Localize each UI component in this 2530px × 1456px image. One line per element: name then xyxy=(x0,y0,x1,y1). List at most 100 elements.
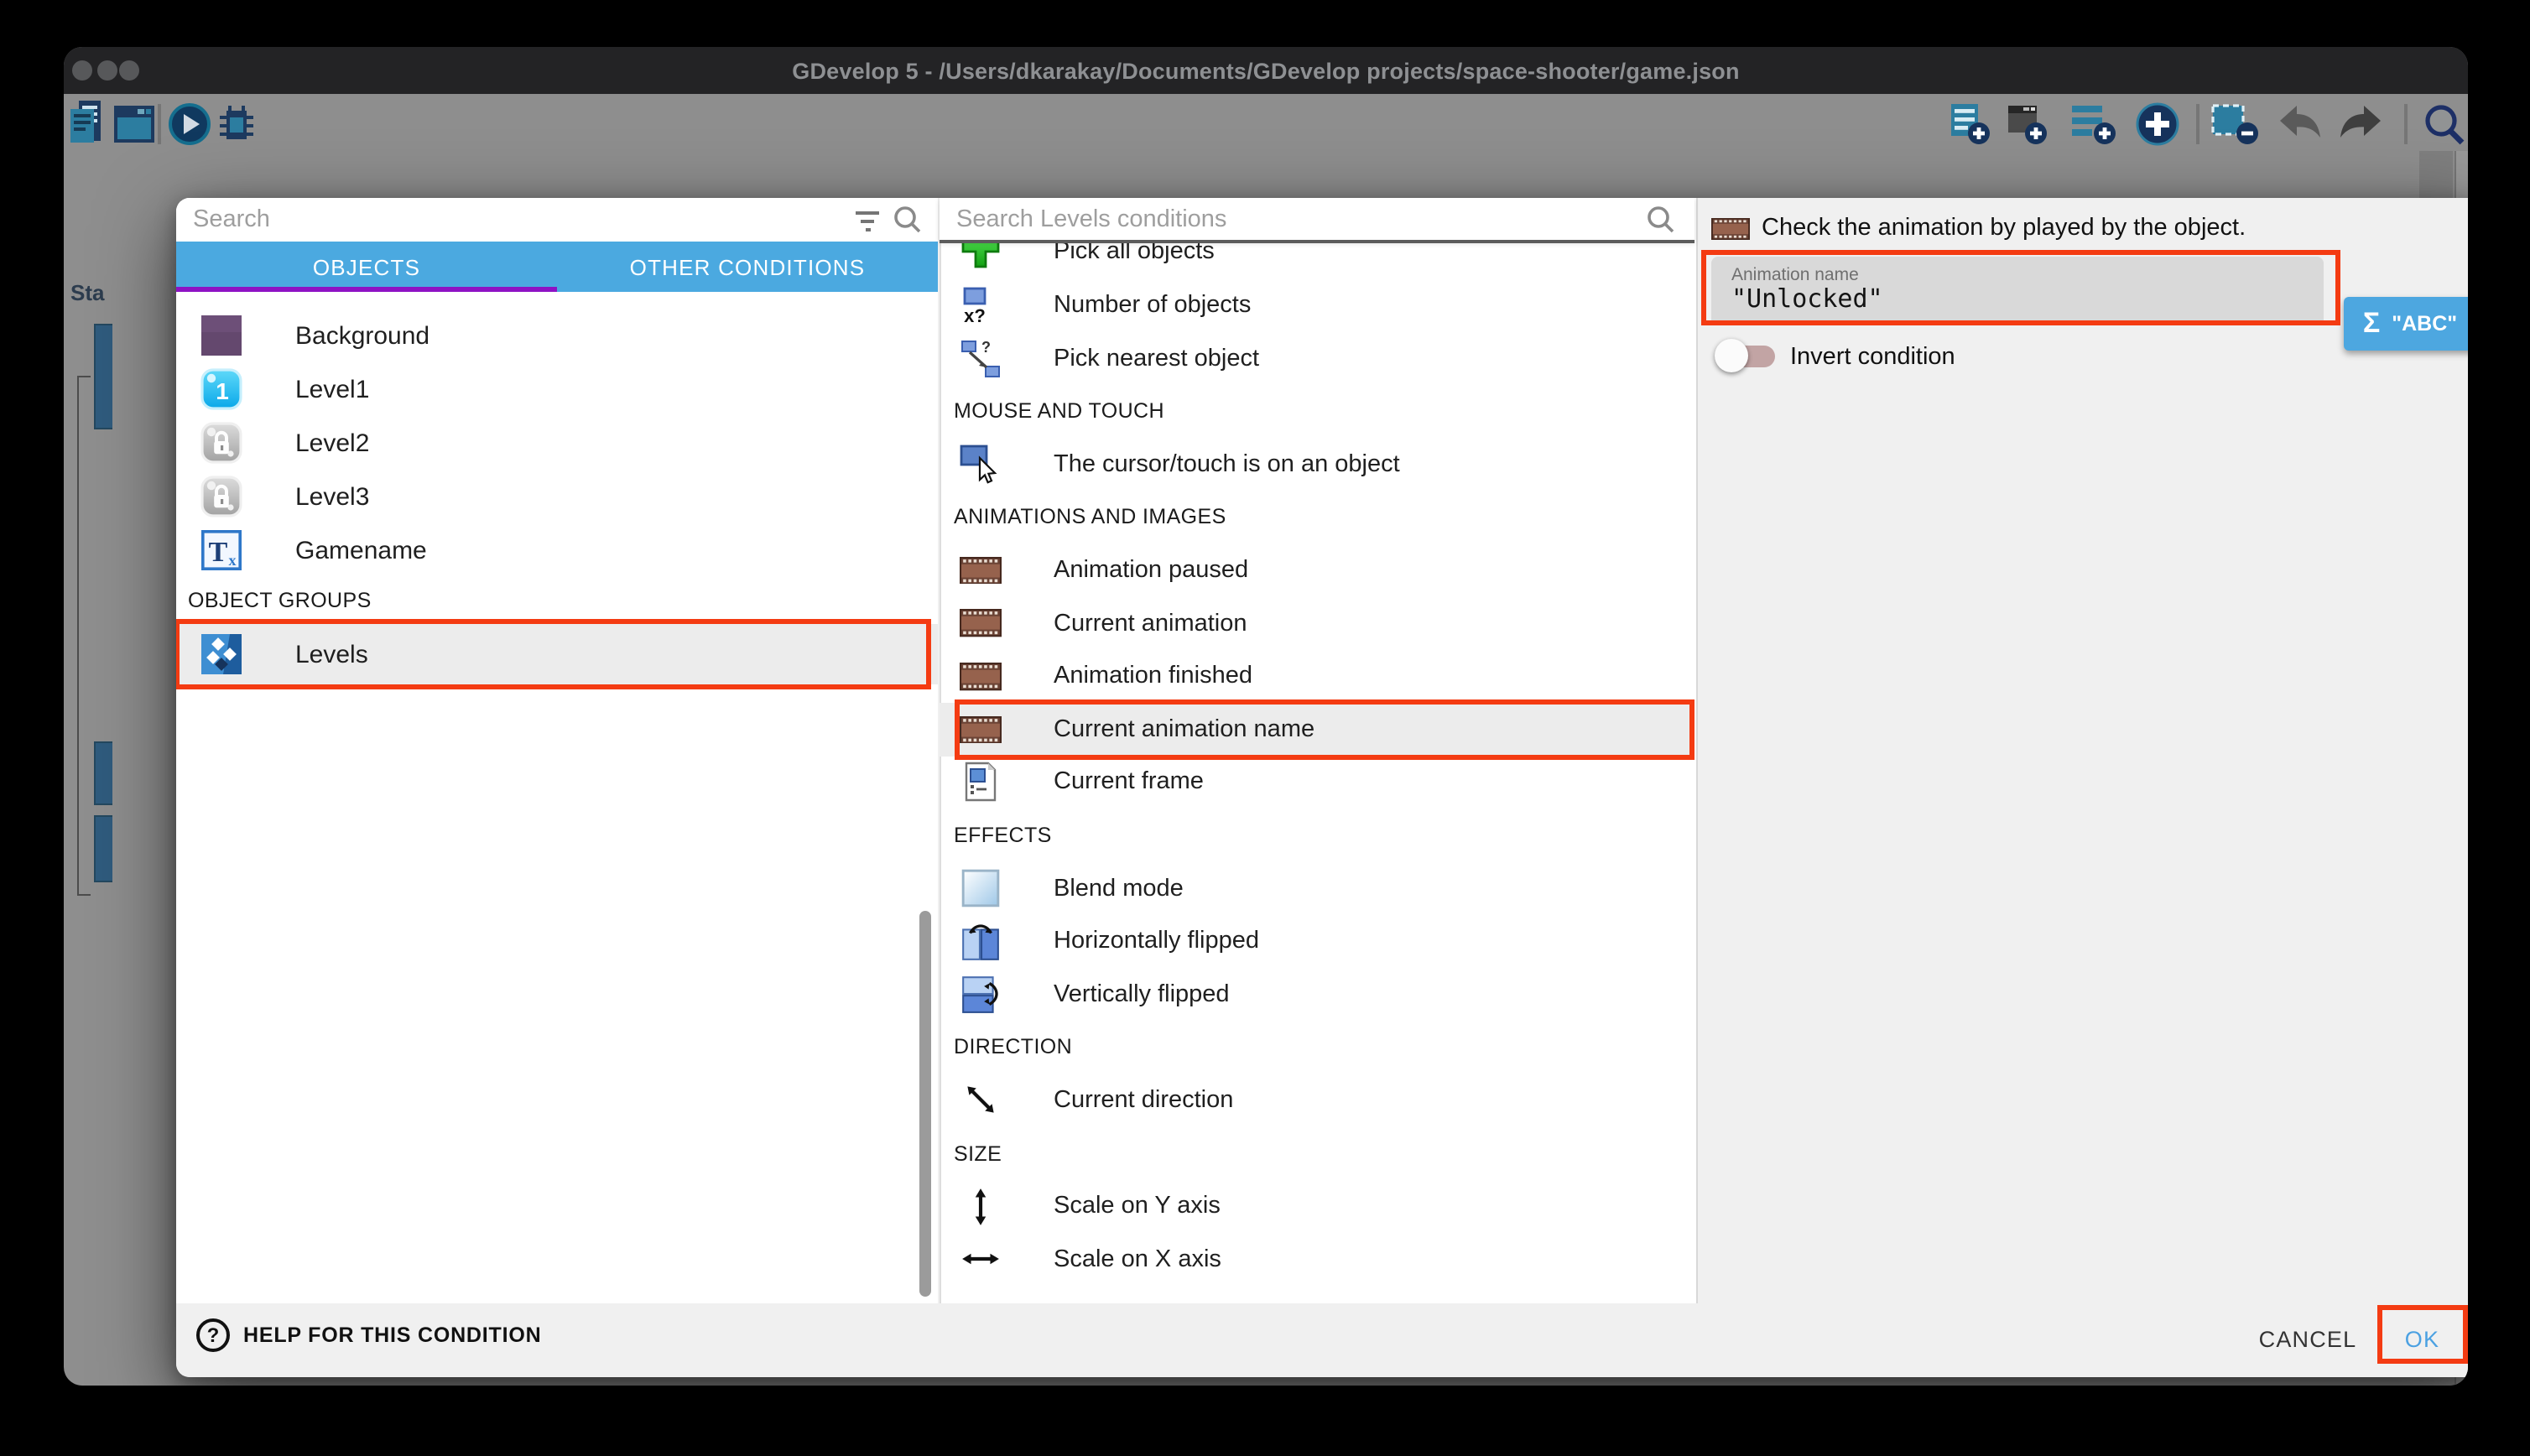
text-object-icon: Tx xyxy=(200,528,243,572)
vertically-flipped-icon xyxy=(960,975,1002,1015)
condition-row[interactable]: x? Number of objects xyxy=(939,279,1694,332)
search-underline xyxy=(939,240,1694,242)
svg-text:?: ? xyxy=(981,338,991,355)
condition-description-row: Check the animation by played by the obj… xyxy=(1711,215,2246,242)
condition-row[interactable]: Blend mode xyxy=(939,862,1694,915)
dialog-footer: ? HELP FOR THIS CONDITION xyxy=(176,1303,2468,1376)
conditions-scrollbar-thumb[interactable] xyxy=(919,911,931,1297)
objects-search-input[interactable] xyxy=(190,205,851,235)
cancel-button[interactable]: CANCEL xyxy=(2243,1308,2372,1370)
conditions-search-row xyxy=(939,198,1694,242)
background-object-icon xyxy=(200,314,243,357)
animation-name-label: Animation name xyxy=(1731,264,1859,284)
filmstrip-icon xyxy=(960,550,1002,590)
event-tree-line xyxy=(76,376,78,896)
search-events-icon[interactable] xyxy=(2423,102,2466,146)
locked-level-icon xyxy=(200,475,243,518)
scale-y-icon xyxy=(960,1186,1002,1226)
condition-row[interactable]: ? Pick nearest object xyxy=(939,332,1694,385)
traffic-light-close-icon[interactable] xyxy=(72,60,92,81)
object-row[interactable]: 1 Level1 xyxy=(176,362,938,416)
condition-row[interactable]: Scale on X axis xyxy=(939,1233,1694,1286)
filmstrip-icon xyxy=(960,656,1002,696)
sigma-icon: Σ xyxy=(2363,307,2380,341)
toolbar-separator xyxy=(2404,104,2407,144)
help-button[interactable]: ? HELP FOR THIS CONDITION xyxy=(196,1318,2468,1352)
condition-section-header: MOUSE AND TOUCH xyxy=(939,385,1694,438)
animation-name-field[interactable]: Animation name "Unlocked" xyxy=(1711,257,2324,321)
blend-mode-icon xyxy=(960,868,1002,908)
animation-name-value[interactable]: "Unlocked" xyxy=(1731,283,1883,314)
delete-selection-icon[interactable] xyxy=(2210,102,2260,146)
debug-icon[interactable] xyxy=(215,102,258,146)
toolbar-separator xyxy=(2196,104,2199,144)
traffic-light-minimize-icon[interactable] xyxy=(96,60,117,81)
locked-level-icon xyxy=(200,421,243,465)
event-condition-block xyxy=(93,324,112,429)
ok-button[interactable]: OK xyxy=(2377,1308,2467,1370)
toolbar xyxy=(64,94,2468,154)
add-comment-icon[interactable] xyxy=(2069,102,2117,146)
invert-condition-label: Invert condition xyxy=(1790,343,1955,370)
redo-icon[interactable] xyxy=(2339,102,2386,146)
tab-other-conditions[interactable]: OTHER CONDITIONS xyxy=(557,242,938,292)
scale-x-icon xyxy=(960,1240,1002,1280)
condition-section-header: EFFECTS xyxy=(939,809,1694,861)
scene-tab-label: Sta xyxy=(70,280,104,305)
cursor-on-object-icon xyxy=(960,445,1002,485)
level1-object-icon: 1 xyxy=(200,367,243,411)
svg-text:T: T xyxy=(209,537,228,568)
pick-nearest-object-icon: ? xyxy=(960,338,1002,378)
tab-objects[interactable]: OBJECTS xyxy=(176,242,557,292)
screen: GDevelop 5 - /Users/dkarakay/Documents/G… xyxy=(0,0,2530,1456)
condition-row[interactable]: Current animation name xyxy=(939,703,1694,756)
object-row[interactable]: Tx Gamename xyxy=(176,523,938,577)
condition-row[interactable]: Scale on Y axis xyxy=(939,1180,1694,1233)
titlebar: GDevelop 5 - /Users/dkarakay/Documents/G… xyxy=(64,47,2468,94)
choose-condition-dialog: OBJECTS OTHER CONDITIONS Background 1 Le… xyxy=(176,198,2468,1376)
svg-text:x: x xyxy=(229,552,237,569)
add-event-icon[interactable] xyxy=(1948,102,1991,146)
condition-row[interactable]: Current direction xyxy=(939,1074,1694,1126)
number-of-objects-icon: x? xyxy=(960,285,1002,325)
play-preview-icon[interactable] xyxy=(168,102,211,146)
object-row[interactable]: Level3 xyxy=(176,470,938,523)
expression-builder-button[interactable]: Σ "ABC" xyxy=(2344,296,2468,351)
objects-panel: OBJECTS OTHER CONDITIONS Background 1 Le… xyxy=(176,198,938,1303)
condition-section-header: ANIMATIONS AND IMAGES xyxy=(939,491,1694,543)
condition-row[interactable]: The cursor/touch is on an object xyxy=(939,438,1694,491)
condition-row[interactable]: Current animation xyxy=(939,597,1694,650)
event-condition-block xyxy=(93,741,112,805)
events-editor-left-sliver: Sta xyxy=(64,154,112,1362)
object-row[interactable]: Level2 xyxy=(176,416,938,470)
filter-icon[interactable] xyxy=(851,203,884,237)
toolbar-separator xyxy=(158,104,160,144)
object-group-row-levels[interactable]: Levels xyxy=(176,624,938,684)
condition-row[interactable]: Current frame xyxy=(939,756,1694,809)
help-icon: ? xyxy=(196,1318,230,1352)
traffic-light-zoom-icon[interactable] xyxy=(119,60,139,81)
filmstrip-icon xyxy=(1711,217,1750,239)
conditions-search-input[interactable] xyxy=(953,205,1644,235)
current-frame-icon xyxy=(960,762,1002,803)
condition-settings-panel: Check the animation by played by the obj… xyxy=(1695,198,2468,1303)
objects-search-row xyxy=(176,198,938,242)
undo-icon[interactable] xyxy=(2275,102,2327,146)
condition-row[interactable]: Vertically flipped xyxy=(939,968,1694,1021)
project-manager-icon[interactable] xyxy=(69,99,102,146)
object-row[interactable]: Background xyxy=(176,309,938,362)
svg-text:1: 1 xyxy=(216,378,229,404)
search-icon xyxy=(1644,203,1678,237)
condition-description: Check the animation by played by the obj… xyxy=(1762,215,2246,242)
condition-row[interactable]: Horizontally flipped xyxy=(939,915,1694,968)
condition-row[interactable]: Animation paused xyxy=(939,544,1694,597)
event-tree-tick xyxy=(76,894,90,896)
search-icon xyxy=(891,203,924,237)
add-choose-event-icon[interactable] xyxy=(2136,102,2179,146)
condition-row[interactable]: Animation finished xyxy=(939,650,1694,703)
objects-list: Background 1 Level1 Level2 xyxy=(176,309,938,577)
invert-condition-toggle[interactable] xyxy=(1710,334,1790,377)
object-group-label: Levels xyxy=(295,640,368,668)
add-subevent-icon[interactable] xyxy=(2005,102,2048,146)
scene-editor-icon[interactable] xyxy=(112,102,156,146)
